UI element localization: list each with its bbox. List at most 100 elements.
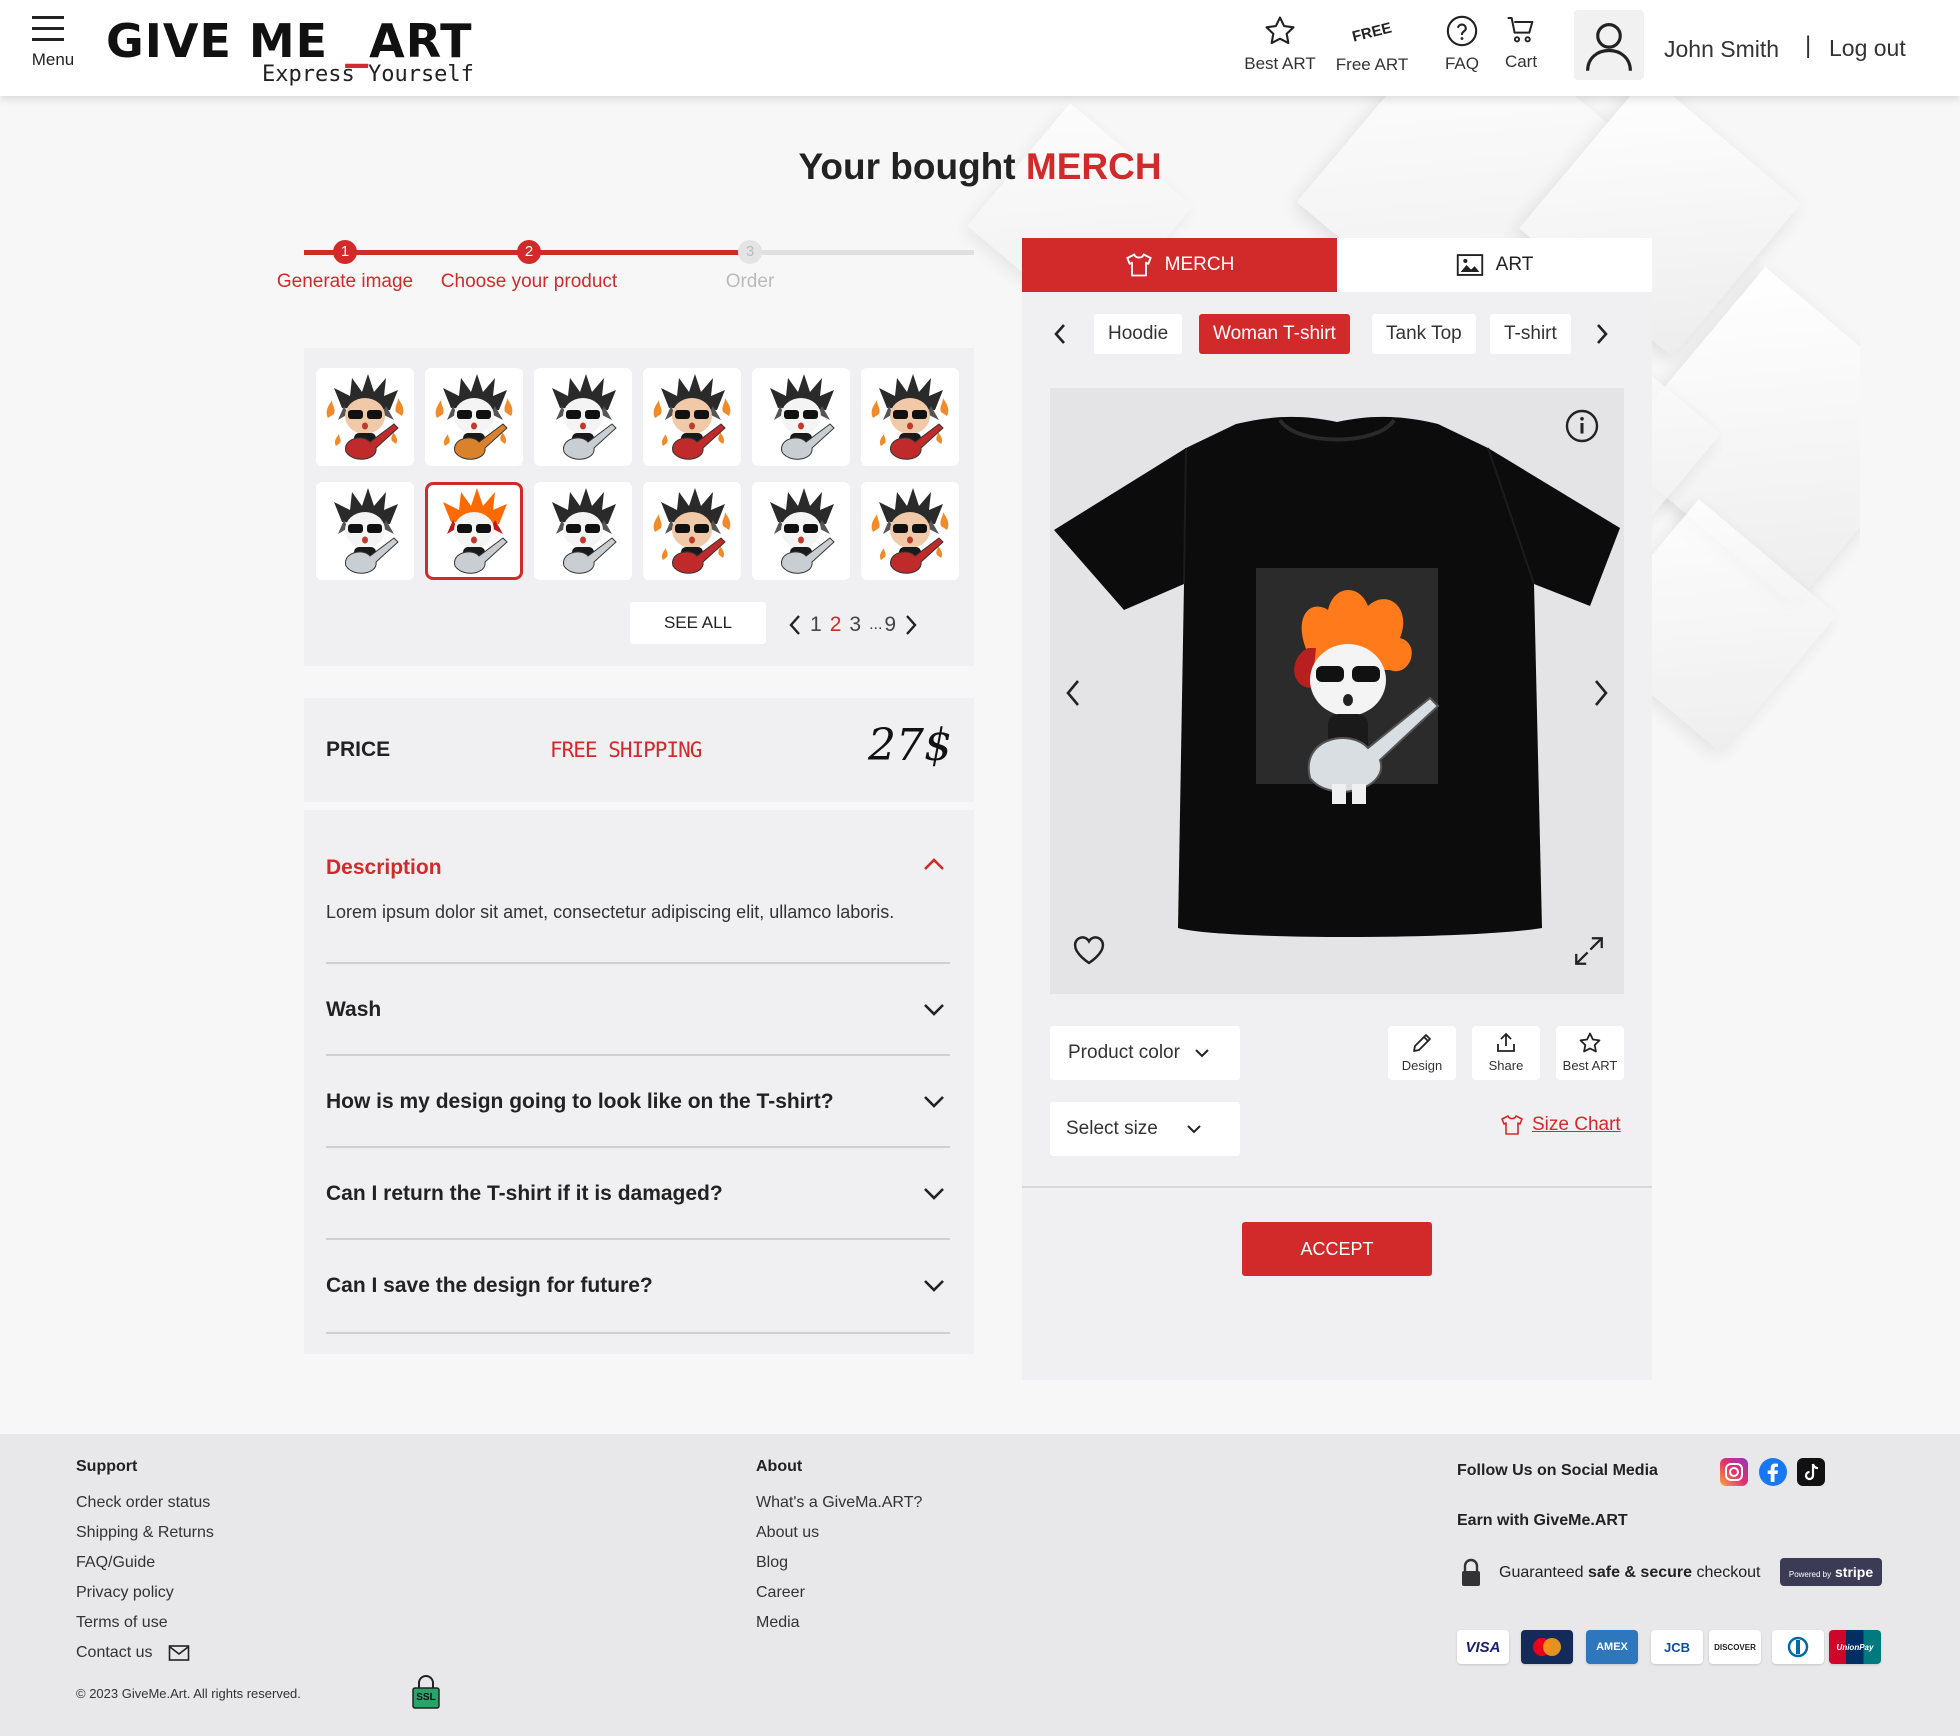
tab-merch[interactable]: MERCH (1022, 238, 1337, 292)
ssl-badge-icon: SSL (410, 1674, 442, 1712)
rocker-thumbnail-art (334, 488, 399, 574)
page-1[interactable]: 1 (810, 613, 822, 637)
avatar[interactable] (1574, 10, 1644, 80)
product-color-dropdown[interactable]: Product color (1050, 1026, 1240, 1080)
thumbnail[interactable] (316, 482, 414, 580)
chevron-down-icon[interactable] (922, 1002, 946, 1018)
product-tab-hoodie[interactable]: Hoodie (1094, 314, 1183, 354)
thumbnail[interactable] (316, 368, 414, 466)
copyright: © 2023 GiveMe.Art. All rights reserved. (76, 1686, 301, 1701)
nav-label: Free ART (1335, 55, 1409, 74)
page-9[interactable]: 9 (884, 613, 896, 637)
footer-link-order-status[interactable]: Check order status (76, 1494, 210, 1512)
thumbnail[interactable] (643, 482, 741, 580)
thumbnail[interactable] (752, 482, 850, 580)
ssl-label: SSL (416, 1692, 436, 1703)
thumbnail[interactable] (534, 368, 632, 466)
design-button[interactable]: Design (1388, 1026, 1456, 1080)
expand-icon[interactable] (1572, 934, 1606, 968)
thumbnail[interactable] (752, 368, 850, 466)
thumbnail[interactable] (861, 482, 959, 580)
chevron-up-icon[interactable] (922, 856, 946, 872)
accordion-item[interactable]: Can I save the design for future? (326, 1240, 950, 1334)
instagram-icon[interactable] (1720, 1458, 1748, 1486)
select-size-dropdown[interactable]: Select size (1050, 1102, 1240, 1156)
chevron-right-icon[interactable] (904, 614, 918, 636)
thumbnail-selected[interactable] (425, 482, 523, 580)
footer-link-faq[interactable]: FAQ/Guide (76, 1554, 155, 1572)
page-title: Your bought MERCH (0, 146, 1960, 188)
footer-link-blog[interactable]: Blog (756, 1554, 788, 1572)
page-3[interactable]: 3 (849, 613, 861, 637)
footer-link-contact[interactable]: Contact us (76, 1644, 152, 1662)
product-tab-tank-top[interactable]: Tank Top (1372, 314, 1476, 354)
accordion-description[interactable]: Description Lorem ipsum dolor sit amet, … (326, 810, 950, 964)
heart-icon[interactable] (1070, 932, 1108, 966)
step-order[interactable]: 3 Order (665, 238, 835, 293)
footer-link-terms[interactable]: Terms of use (76, 1614, 168, 1632)
rocker-thumbnail-art (770, 488, 835, 574)
chevron-right-icon[interactable] (1594, 322, 1610, 346)
chevron-left-icon[interactable] (788, 614, 802, 636)
footer-link-privacy[interactable]: Privacy policy (76, 1584, 174, 1602)
nav-faq[interactable]: FAQ (1432, 14, 1492, 74)
chevron-down-icon[interactable] (922, 1278, 946, 1294)
site-logo[interactable]: GIVE ME _ART Express Yourself (106, 16, 474, 87)
logo-tagline: Express Yourself (262, 62, 474, 87)
chevron-right-icon[interactable] (1592, 678, 1610, 708)
best-art-button[interactable]: Best ART (1556, 1026, 1624, 1080)
step-generate-image[interactable]: 1 Generate image (260, 238, 430, 293)
nav-best-art[interactable]: Best ART (1242, 14, 1318, 74)
product-tab-woman-tshirt[interactable]: Woman T-shirt (1199, 314, 1350, 354)
facebook-icon[interactable] (1759, 1458, 1787, 1486)
info-icon[interactable] (1564, 408, 1600, 444)
step-number: 2 (517, 240, 541, 264)
user-name[interactable]: John Smith (1664, 36, 1779, 63)
step-label: Choose your product (440, 271, 618, 292)
share-icon (1497, 1032, 1515, 1052)
footer-link-shipping[interactable]: Shipping & Returns (76, 1524, 214, 1542)
thumbnail[interactable] (425, 368, 523, 466)
thumbnail[interactable] (534, 482, 632, 580)
page-2[interactable]: 2 (830, 613, 842, 637)
card-label: VISA (1465, 1638, 1501, 1656)
footer-link-about-us[interactable]: About us (756, 1524, 819, 1542)
discover-card-icon: DISCOVER (1709, 1630, 1761, 1664)
see-all-button[interactable]: SEE ALL (630, 602, 766, 644)
support-heading: Support (76, 1458, 138, 1475)
price-box: PRICE FREE SHIPPING 27$ (304, 698, 974, 802)
chevron-down-icon[interactable] (922, 1094, 946, 1110)
footer-link-career[interactable]: Career (756, 1584, 805, 1602)
logo-dash: _ (345, 14, 370, 68)
logout-link[interactable]: Log out (1829, 35, 1906, 62)
size-chart-link[interactable]: Size Chart (1500, 1114, 1621, 1136)
generated-images-gallery: SEE ALL 1 2 3 ... 9 (304, 348, 974, 666)
accordion-title: Description (326, 856, 442, 879)
mail-icon[interactable] (168, 1644, 190, 1662)
accept-button[interactable]: ACCEPT (1242, 1222, 1432, 1276)
thumbnail[interactable] (643, 368, 741, 466)
nav-cart[interactable]: Cart (1494, 14, 1548, 72)
footer-link-media[interactable]: Media (756, 1614, 800, 1632)
menu-label: Menu (31, 50, 75, 69)
chevron-down-icon (1195, 1049, 1209, 1058)
tiktok-icon[interactable] (1797, 1458, 1825, 1486)
accordion-item[interactable]: How is my design going to look like on t… (326, 1056, 950, 1148)
share-button[interactable]: Share (1472, 1026, 1540, 1080)
footer-link-whats-givema[interactable]: What's a GiveMa.ART? (756, 1494, 922, 1512)
earn-label[interactable]: Earn with GiveMe.ART (1457, 1512, 1628, 1530)
chevron-left-icon[interactable] (1064, 678, 1082, 708)
product-tab-tshirt[interactable]: T-shirt (1490, 314, 1571, 354)
accordion-item[interactable]: Can I return the T-shirt if it is damage… (326, 1148, 950, 1240)
nav-free-art[interactable]: FREE Free ART (1334, 14, 1410, 75)
accordion-item[interactable]: Wash (326, 964, 950, 1056)
step-choose-product[interactable]: 2 Choose your product (434, 238, 624, 293)
thumbnail[interactable] (861, 368, 959, 466)
card-label: UnionPay (1836, 1642, 1874, 1652)
menu-button[interactable]: Menu (30, 14, 76, 70)
tab-art[interactable]: ART (1337, 238, 1652, 292)
nav-label: Best ART (1244, 54, 1316, 73)
mastercard-icon (1521, 1630, 1573, 1664)
chevron-left-icon[interactable] (1052, 322, 1068, 346)
chevron-down-icon[interactable] (922, 1186, 946, 1202)
